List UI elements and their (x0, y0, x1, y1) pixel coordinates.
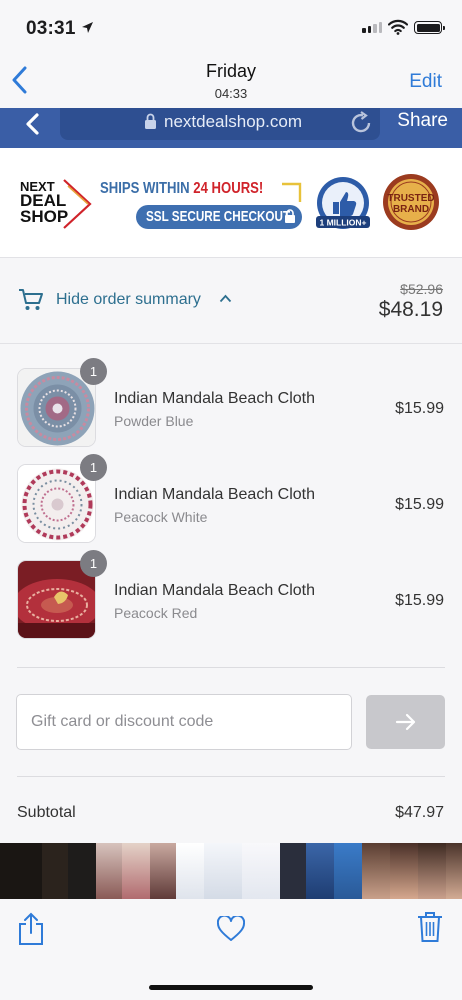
heart-icon[interactable] (217, 916, 245, 942)
product-name: Indian Mandala Beach Cloth (114, 582, 316, 599)
logo-line-3: SHOP (20, 207, 69, 226)
million-badge-text: 1 MILLION+ (320, 218, 367, 228)
ssl-label: SSL SECURE CHECKOUT (146, 208, 291, 225)
photo-thumbnail-strip[interactable] (0, 843, 462, 899)
discount-code-field[interactable] (16, 694, 352, 750)
divider (17, 776, 445, 777)
photo-thumbnail[interactable] (204, 843, 242, 899)
subtotal-label: Subtotal (17, 804, 76, 821)
photo-thumbnail[interactable] (0, 843, 42, 899)
line-item: 1 Indian Mandala Beach Cloth Peacock Red… (0, 537, 462, 639)
photo-thumbnail[interactable] (390, 843, 418, 899)
shipping-prefix: SHIPS WITHIN (100, 180, 194, 197)
product-price: $15.99 (395, 496, 444, 513)
shipping-banner: SHIPS WITHIN 24 HOURS! (100, 180, 263, 198)
line-item: 1 Indian Mandala Beach Cloth Powder Blue… (0, 345, 462, 447)
nav-title: Friday (205, 61, 256, 81)
edit-button[interactable]: Edit (409, 71, 442, 93)
photo-thumbnail[interactable] (242, 843, 280, 899)
photos-nav-bar: Friday 04:33 Edit (0, 52, 462, 108)
banner-arrow-icon (282, 182, 302, 202)
photo-thumbnail[interactable] (418, 843, 446, 899)
discount-code-input[interactable] (17, 695, 351, 749)
product-variant: Peacock White (114, 509, 208, 525)
product-variant: Peacock Red (114, 605, 198, 621)
photo-thumbnail[interactable] (334, 843, 362, 899)
product-name: Indian Mandala Beach Cloth (114, 390, 316, 407)
order-summary-bar[interactable]: Hide order summary $52.96 $48.19 (0, 258, 462, 344)
photo-thumbnail[interactable] (362, 843, 390, 899)
photo-thumbnail[interactable] (68, 843, 96, 899)
apply-discount-button[interactable] (366, 695, 445, 749)
photo-thumbnail[interactable] (176, 843, 204, 899)
lock-icon (145, 113, 156, 129)
quantity-badge: 1 (80, 454, 107, 481)
quantity-badge: 1 (80, 358, 107, 385)
photo-thumbnail[interactable] (280, 843, 306, 899)
shipping-highlight: 24 HOURS! (193, 180, 264, 197)
line-item: 1 Indian Mandala Beach Cloth Peacock Whi… (0, 441, 462, 543)
browser-bar: nextdealshop.com Share (0, 108, 462, 148)
trusted-line-2: BRAND (393, 204, 429, 215)
nav-subtitle: 04:33 (214, 86, 248, 101)
trusted-line-1: TRUSTED (387, 193, 434, 204)
cart-icon (19, 289, 43, 310)
reload-icon[interactable] (348, 110, 374, 136)
product-name: Indian Mandala Beach Cloth (114, 486, 316, 503)
signal-icon (362, 22, 382, 33)
hide-order-summary-link[interactable]: Hide order summary (56, 291, 201, 309)
status-bar: 03:31 (0, 0, 462, 52)
trusted-brand-badge: TRUSTED BRAND (382, 172, 440, 232)
url-field[interactable]: nextdealshop.com (60, 108, 380, 140)
line-items: 1 Indian Mandala Beach Cloth Powder Blue… (0, 345, 462, 845)
product-price: $15.99 (395, 592, 444, 609)
subtotal-value: $47.97 (395, 804, 444, 821)
order-total: $48.19 (378, 298, 443, 321)
url-text: nextdealshop.com (164, 112, 302, 131)
trash-icon[interactable] (417, 911, 443, 943)
location-arrow-icon (82, 22, 93, 33)
photo-thumbnail[interactable] (306, 843, 334, 899)
photo-thumbnail[interactable] (42, 843, 68, 899)
original-total: $52.96 (400, 281, 443, 297)
divider (17, 667, 445, 668)
million-badge: 1 MILLION+ (310, 176, 376, 232)
ssl-lock-icon (285, 209, 295, 223)
shop-header: NEXT DEAL SHOP SHIPS WITHIN 24 HOURS! SS… (0, 148, 462, 258)
browser-back-icon[interactable] (24, 112, 40, 138)
quantity-badge: 1 (80, 550, 107, 577)
photo-thumbnail[interactable] (446, 843, 462, 899)
home-indicator[interactable] (149, 985, 313, 990)
arrow-right-icon (395, 713, 415, 731)
product-price: $15.99 (395, 400, 444, 417)
ssl-badge: SSL SECURE CHECKOUT (136, 205, 302, 229)
share-icon[interactable] (17, 912, 45, 946)
photo-thumbnail[interactable] (150, 843, 176, 899)
battery-icon (414, 21, 445, 34)
photo-thumbnail[interactable] (96, 843, 122, 899)
shop-logo[interactable]: NEXT DEAL SHOP (18, 178, 92, 230)
wifi-icon (388, 19, 408, 35)
browser-share-button[interactable]: Share (397, 110, 448, 132)
chevron-up-icon (219, 294, 232, 303)
product-variant: Powder Blue (114, 413, 194, 429)
photo-thumbnail[interactable] (122, 843, 150, 899)
status-time: 03:31 (26, 18, 76, 39)
